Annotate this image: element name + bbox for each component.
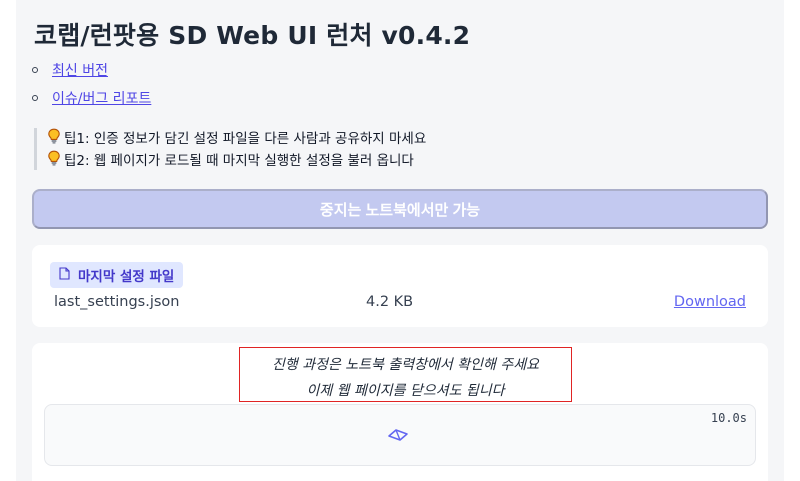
output-area: 10.0s: [44, 404, 756, 466]
list-item: 이슈/버그 리포트: [32, 84, 151, 112]
file-panel-label-text: 마지막 설정 파일: [78, 269, 175, 285]
latest-version-link[interactable]: 최신 버전: [52, 60, 108, 80]
file-panel-label: 마지막 설정 파일: [50, 262, 184, 288]
file-size: 4.2 KB: [366, 294, 414, 310]
page-title: 코랩/런팟용 SD Web UI 런처 v0.4.2: [34, 21, 471, 50]
issue-report-link[interactable]: 이슈/버그 리포트: [52, 88, 151, 108]
tip-text: 팁2: 웹 페이지가 로드될 때 마지막 실행한 설정을 불러 옵니다: [64, 153, 414, 169]
file-row: last_settings.json 4.2 KB Download: [54, 294, 746, 312]
list-item: 최신 버전: [32, 56, 151, 84]
file-name: last_settings.json: [54, 294, 180, 310]
stop-button[interactable]: 중지는 노트북에서만 가능: [32, 189, 768, 229]
status-line: 이제 웹 페이지를 닫으셔도 됩니다: [306, 383, 505, 399]
links-list: 최신 버전 이슈/버그 리포트: [32, 56, 151, 112]
tip-2: 팁2: 웹 페이지가 로드될 때 마지막 실행한 설정을 불러 옵니다: [47, 150, 426, 172]
app-page: 코랩/런팟용 SD Web UI 런처 v0.4.2 최신 버전 이슈/버그 리…: [16, 0, 784, 481]
tips-blockquote: 팁1: 인증 정보가 담긴 설정 파일을 다른 사람과 공유하지 마세요 팁2:…: [34, 128, 426, 170]
lightbulb-icon: [47, 150, 64, 172]
download-link[interactable]: Download: [674, 294, 746, 310]
status-message-box: 진행 과정은 노트북 출력창에서 확인해 주세요 이제 웹 페이지를 닫으셔도 …: [239, 347, 572, 402]
tip-1: 팁1: 인증 정보가 담긴 설정 파일을 다른 사람과 공유하지 마세요: [47, 128, 426, 150]
progress-panel: 진행 과정은 노트북 출력창에서 확인해 주세요 이제 웹 페이지를 닫으셔도 …: [32, 343, 768, 481]
last-settings-file-panel: 마지막 설정 파일 last_settings.json 4.2 KB Down…: [32, 245, 768, 327]
bullet-icon: [32, 67, 38, 73]
lightbulb-icon: [47, 128, 64, 150]
elapsed-timer: 10.0s: [710, 411, 747, 425]
bullet-icon: [32, 95, 38, 101]
tip-text: 팁1: 인증 정보가 담긴 설정 파일을 다른 사람과 공유하지 마세요: [64, 131, 427, 147]
status-line: 진행 과정은 노트북 출력창에서 확인해 주세요: [272, 357, 539, 373]
file-icon: [59, 266, 78, 284]
loading-spinner-icon: [387, 427, 409, 446]
